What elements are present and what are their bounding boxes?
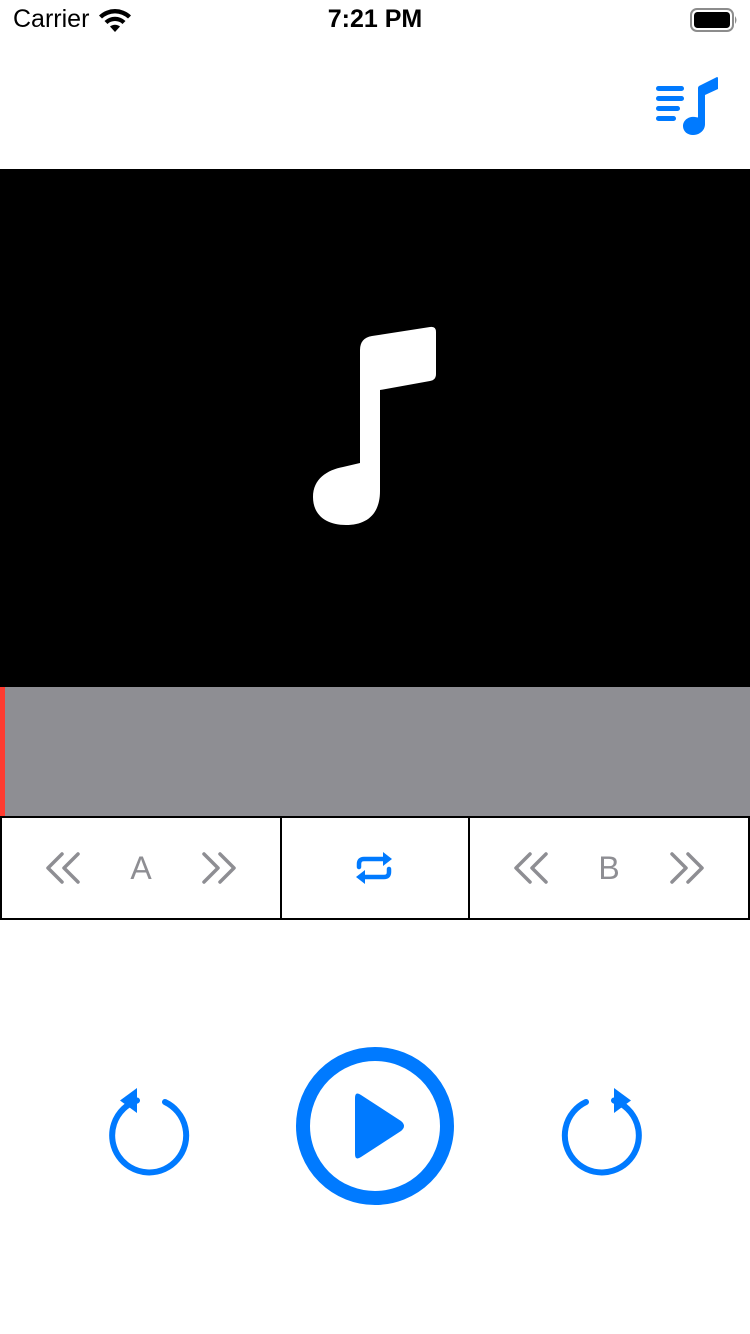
- point-b-segment: B: [470, 816, 750, 920]
- point-b-forward-button[interactable]: [648, 818, 724, 918]
- chevron-double-left-icon: [514, 852, 548, 884]
- ab-loop-controls: A B: [0, 816, 750, 920]
- music-note-icon: [313, 326, 436, 525]
- playlist-button[interactable]: [652, 74, 722, 138]
- playhead-marker[interactable]: [0, 687, 5, 816]
- forward-button[interactable]: [558, 1083, 648, 1181]
- point-a-label: A: [130, 849, 152, 886]
- point-a-button[interactable]: A: [104, 818, 178, 918]
- point-b-back-button[interactable]: [494, 818, 570, 918]
- point-b-button[interactable]: B: [572, 818, 646, 918]
- music-playlist-icon: [656, 77, 718, 135]
- navigation-bar: [0, 40, 750, 169]
- point-a-forward-button[interactable]: [180, 818, 256, 918]
- loop-segment: [280, 816, 470, 920]
- repeat-icon: [356, 852, 392, 884]
- rotate-left-icon: [109, 1088, 190, 1176]
- rotate-right-icon: [561, 1088, 642, 1176]
- rewind-button[interactable]: [103, 1083, 193, 1181]
- play-button[interactable]: [295, 1046, 455, 1206]
- point-a-segment: A: [0, 816, 282, 920]
- status-time: 7:21 PM: [327, 5, 423, 33]
- battery-full-icon: [690, 8, 737, 32]
- status-bar: Carrier 7:21 PM: [0, 0, 750, 40]
- chevron-double-right-icon: [202, 852, 236, 884]
- waveform-scrubber[interactable]: [0, 687, 750, 816]
- chevron-double-right-icon: [670, 852, 704, 884]
- point-b-label: B: [598, 849, 620, 886]
- loop-toggle-button[interactable]: [280, 818, 468, 918]
- artwork-view: [0, 169, 750, 687]
- chevron-double-left-icon: [46, 852, 80, 884]
- play-circle-icon: [296, 1047, 454, 1205]
- point-a-back-button[interactable]: [26, 818, 102, 918]
